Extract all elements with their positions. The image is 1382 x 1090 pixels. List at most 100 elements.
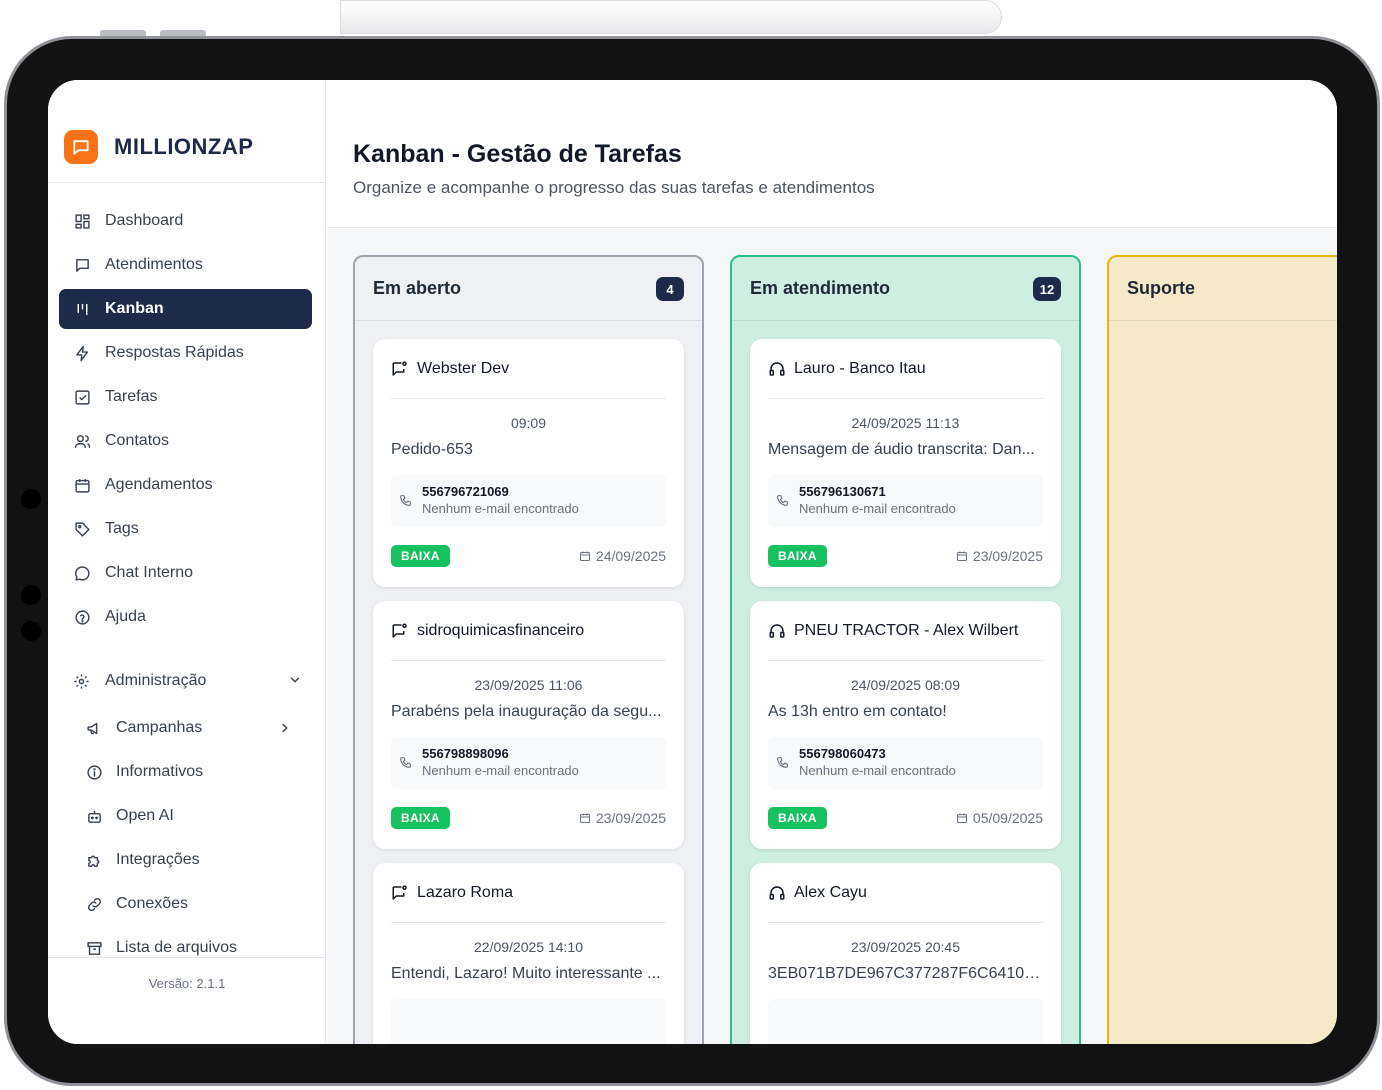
kanban-column-em-aberto: Em aberto 4 Webster Dev 09:09 Pedido-653	[353, 255, 704, 1044]
card-date-value: 23/09/2025	[595, 810, 666, 826]
chat-bubble-icon	[73, 564, 91, 582]
admin-subnav: Campanhas Informativos Open AI Integraçõ…	[72, 708, 302, 972]
sidebar-item-label: Tarefas	[105, 388, 158, 405]
card-time: 23/09/2025 11:06	[474, 677, 583, 693]
sidebar-item-label: Ajuda	[105, 608, 146, 625]
sidebar-item-respostas-rapidas[interactable]: Respostas Rápidas	[59, 333, 312, 373]
message-user-icon	[391, 622, 409, 640]
sidebar-item-label: Conexões	[116, 895, 189, 912]
brand-name: MILLIONZAP	[114, 134, 254, 159]
sidebar-item-label: Lista de arquivos	[116, 939, 237, 956]
sidebar-item-label: Dashboard	[105, 212, 184, 229]
info-icon	[86, 763, 104, 781]
sidebar-item-conexoes[interactable]: Conexões	[72, 884, 302, 924]
contact-email: Nenhum e-mail encontrado	[422, 501, 579, 516]
sidebar-item-label: Chat Interno	[105, 564, 194, 581]
headset-icon	[768, 360, 786, 378]
divider	[48, 182, 326, 183]
sidebar-item-contatos[interactable]: Contatos	[59, 421, 312, 461]
contact-name: Lauro - Banco Itau	[794, 359, 926, 377]
puzzle-icon	[86, 851, 104, 869]
kanban-card[interactable]: Lazaro Roma 22/09/2025 14:10 Entendi, La…	[373, 863, 684, 1044]
page-title: Kanban - Gestão de Tarefas	[353, 140, 682, 168]
contact-email: Nenhum e-mail encontrado	[799, 763, 956, 778]
card-header: Webster Dev	[391, 339, 666, 399]
zap-icon	[73, 344, 91, 362]
sidebar-item-tags[interactable]: Tags	[59, 509, 312, 549]
sidebar-item-label: Integrações	[116, 851, 200, 868]
chevron-right-icon[interactable]	[278, 721, 292, 740]
kanban-board: Em aberto 4 Webster Dev 09:09 Pedido-653	[327, 229, 1337, 1044]
kanban-card[interactable]: Lauro - Banco Itau 24/09/2025 11:13 Mens…	[750, 339, 1061, 587]
brand-logo[interactable]: MILLIONZAP	[64, 130, 253, 164]
link-icon	[86, 895, 104, 913]
sidebar-item-ajuda[interactable]: Ajuda	[59, 597, 312, 637]
checkbox-icon	[73, 388, 91, 406]
sidebar-item-integracoes[interactable]: Integrações	[72, 840, 302, 880]
divider	[48, 957, 326, 958]
sidebar-item-lista-de-arquivos[interactable]: Lista de arquivos	[72, 928, 302, 968]
column-title: Em atendimento	[750, 278, 891, 298]
column-title: Suporte	[1127, 278, 1196, 298]
card-time: 22/09/2025 14:10	[474, 939, 583, 955]
headset-icon	[768, 622, 786, 640]
phone-icon	[399, 494, 412, 512]
sidebar-item-tarefas[interactable]: Tarefas	[59, 377, 312, 417]
sidebar-item-kanban[interactable]: Kanban	[59, 289, 312, 329]
priority-badge: BAIXA	[768, 545, 827, 567]
sidebar-item-label: Open AI	[116, 807, 174, 824]
phone-icon	[399, 756, 412, 774]
archive-icon	[86, 939, 104, 957]
apple-pencil	[340, 0, 1002, 34]
kanban-card[interactable]: sidroquimicasfinanceiro 23/09/2025 11:06…	[373, 601, 684, 849]
card-message: Entendi, Lazaro! Muito interessante ...	[391, 965, 661, 982]
contact-phone: 556798060473	[799, 746, 886, 761]
card-date: 24/09/2025	[579, 548, 666, 564]
chevron-down-icon[interactable]	[288, 673, 302, 692]
contact-name: Alex Cayu	[794, 883, 867, 901]
message-square-icon	[73, 256, 91, 274]
priority-badge: BAIXA	[391, 545, 450, 567]
message-user-icon	[391, 360, 409, 378]
sidebar-item-dashboard[interactable]: Dashboard	[59, 201, 312, 241]
contact-name: sidroquimicasfinanceiro	[417, 621, 585, 639]
sidebar-item-open-ai[interactable]: Open AI	[72, 796, 302, 836]
kanban-column-suporte: Suporte	[1107, 255, 1337, 1044]
card-message: Parabéns pela inauguração da segu...	[391, 703, 662, 720]
calendar-icon	[956, 812, 968, 824]
sidebar-item-label: Tags	[105, 520, 139, 537]
contact-phone: 556796721069	[422, 484, 509, 499]
sidebar-item-informativos[interactable]: Informativos	[72, 752, 302, 792]
users-icon	[73, 432, 91, 450]
sidebar-item-agendamentos[interactable]: Agendamentos	[59, 465, 312, 505]
column-header[interactable]: Em aberto 4	[355, 257, 702, 321]
column-title: Em aberto	[373, 278, 462, 298]
megaphone-icon	[86, 719, 104, 737]
card-contact-info	[768, 999, 1043, 1044]
main-nav: Dashboard Atendimentos Kanban Respostas …	[59, 201, 312, 641]
page-header: Kanban - Gestão de Tarefas Organize e ac…	[327, 80, 1337, 228]
kanban-card[interactable]: Alex Cayu 23/09/2025 20:45 3EB071B7DE967…	[750, 863, 1061, 1044]
contact-email: Nenhum e-mail encontrado	[422, 763, 579, 778]
sidebar: MILLIONZAP Dashboard Atendimentos Kanban…	[48, 80, 326, 1044]
kanban-card[interactable]: PNEU TRACTOR - Alex Wilbert 24/09/2025 0…	[750, 601, 1061, 849]
column-header[interactable]: Suporte	[1109, 257, 1337, 321]
card-message: Pedido-653	[391, 441, 473, 458]
column-count-badge: 4	[656, 277, 684, 301]
column-header[interactable]: Em atendimento 12	[732, 257, 1079, 321]
sidebar-item-label: Agendamentos	[105, 476, 213, 493]
sidebar-item-chat-interno[interactable]: Chat Interno	[59, 553, 312, 593]
sidebar-item-atendimentos[interactable]: Atendimentos	[59, 245, 312, 285]
sidebar-group-administracao[interactable]: Administração	[59, 660, 312, 702]
settings-icon	[73, 672, 91, 690]
card-date-value: 23/09/2025	[972, 548, 1043, 564]
card-header: sidroquimicasfinanceiro	[391, 601, 666, 661]
card-contact-info: 556796721069 Nenhum e-mail encontrado	[391, 475, 666, 527]
kanban-icon	[73, 300, 91, 318]
column-count-badge: 12	[1033, 277, 1061, 301]
sidebar-item-campanhas[interactable]: Campanhas	[72, 708, 302, 748]
kanban-card[interactable]: Webster Dev 09:09 Pedido-653 55679672106…	[373, 339, 684, 587]
contact-name: Lazaro Roma	[417, 883, 514, 901]
card-message: As 13h entro em contato!	[768, 703, 947, 720]
priority-badge: BAIXA	[391, 807, 450, 829]
